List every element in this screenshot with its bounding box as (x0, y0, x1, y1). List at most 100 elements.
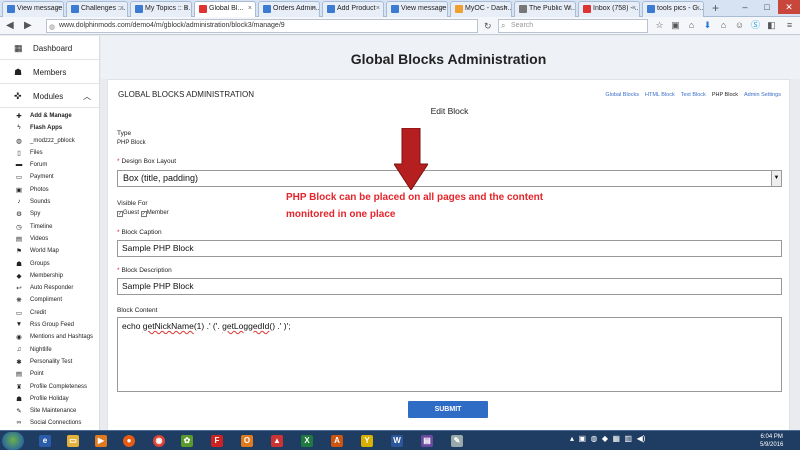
up-arrow-icon[interactable]: ▴ (570, 434, 574, 443)
close-tab-icon[interactable]: × (56, 5, 60, 12)
home-icon[interactable]: ⌂ (718, 20, 729, 31)
tray-app-icon[interactable]: ◆ (602, 434, 608, 443)
close-tab-icon[interactable]: × (440, 5, 444, 12)
archive-icon[interactable]: ▤ (416, 433, 438, 449)
sidebar-module-item[interactable]: ◍ _modzzz_pblock (0, 135, 99, 147)
close-tab-icon[interactable]: × (248, 5, 252, 12)
sidebar-module-item[interactable]: ▼ Rss Group Feed (0, 319, 99, 331)
chat-icon[interactable]: ☺ (734, 20, 745, 31)
sidebar-item-modules[interactable]: ✜ Modules ︿ (0, 84, 99, 108)
browser-tab[interactable]: View message × (386, 1, 448, 17)
sidebar-module-item[interactable]: ▬ Forum (0, 159, 99, 171)
folder-icon[interactable]: ▭ (62, 433, 84, 449)
sidebar-module-item[interactable]: ▭ Credit (0, 307, 99, 319)
outlook-icon[interactable]: O (236, 433, 258, 449)
close-tab-icon[interactable]: × (504, 5, 508, 12)
subnav-link[interactable]: Text Block (681, 92, 706, 98)
yellow-app-icon[interactable]: Y (356, 433, 378, 449)
browser-tab[interactable]: MyOC - Dash... × (450, 1, 512, 17)
close-tab-icon[interactable]: × (312, 5, 316, 12)
word-icon[interactable]: W (386, 433, 408, 449)
close-tab-icon[interactable]: × (184, 5, 188, 12)
frog-app-icon[interactable]: ✿ (176, 433, 198, 449)
chevron-down-icon[interactable]: ▼ (771, 171, 781, 186)
paint-icon[interactable]: ▲ (266, 433, 288, 449)
volume-icon[interactable]: ◀) (637, 434, 646, 443)
sidebar-module-item[interactable]: ♜ Profile Completeness (0, 381, 99, 393)
sidebar-module-item[interactable]: ◆ Membership (0, 270, 99, 282)
skype-icon[interactable]: Ⓢ (750, 20, 761, 31)
browser-tab[interactable]: Add Product × (322, 1, 384, 17)
sidebar-module-item[interactable]: ▤ Videos (0, 233, 99, 245)
sidebar-item-members[interactable]: ☗ Members (0, 60, 99, 84)
clipboard-icon[interactable]: ▣ (670, 20, 681, 31)
close-window-button[interactable]: ✕ (778, 0, 800, 14)
layout-select[interactable]: Box (title, padding) ▼ (117, 170, 782, 187)
subnav-link[interactable]: Admin Settings (744, 92, 781, 98)
media-player-icon[interactable]: ▶ (90, 433, 112, 449)
search-input[interactable]: ⌕ Search (498, 19, 648, 33)
subnav-link[interactable]: PHP Block (712, 92, 738, 98)
sidebar-module-item[interactable]: ↩ Auto Responder (0, 282, 99, 294)
sidebar-module-item[interactable]: ☗ Groups (0, 258, 99, 270)
back-arrow-icon[interactable]: ◀ (6, 19, 14, 33)
tray-app-icon[interactable]: ◍ (590, 434, 597, 443)
browser-tab[interactable]: The Public W... × (514, 1, 576, 17)
maximize-button[interactable]: □ (756, 0, 778, 14)
sidebar-module-item[interactable]: ◷ Timeline (0, 221, 99, 233)
browser-tab[interactable]: Challenges :... × (66, 1, 128, 17)
browser-tab[interactable]: My Topics :: B... × (130, 1, 192, 17)
pocket-icon[interactable]: ◧ (766, 20, 777, 31)
sidebar-item-dashboard[interactable]: ▦ Dashboard (0, 36, 99, 60)
subnav-link[interactable]: HTML Block (645, 92, 675, 98)
sidebar-module-item[interactable]: ❋ Compliment (0, 294, 99, 306)
download-icon[interactable]: ⬇ (702, 20, 713, 31)
reload-icon[interactable]: ↻ (484, 19, 492, 33)
new-tab-button[interactable]: + (712, 1, 719, 15)
chevron-up-icon[interactable]: ︿ (83, 91, 91, 102)
close-tab-icon[interactable]: × (376, 5, 380, 12)
explorer-icon[interactable]: e (34, 433, 56, 449)
network-icon[interactable]: ▥ (625, 434, 633, 443)
close-tab-icon[interactable]: × (696, 5, 700, 12)
submit-button[interactable]: SUBMIT (408, 401, 488, 418)
lock-icon[interactable]: ⌂ (686, 20, 697, 31)
tray-app-icon[interactable]: ▣ (578, 434, 586, 443)
sidebar-module-item[interactable]: ◉ Mentions and Hashtags (0, 331, 99, 343)
sidebar-module-item[interactable]: ✱ Personality Test (0, 356, 99, 368)
tool-icon[interactable]: ✎ (446, 433, 468, 449)
browser-tab[interactable]: Orders Admin... × (258, 1, 320, 17)
sidebar-module-item[interactable]: ▯ Files (0, 147, 99, 159)
close-tab-icon[interactable]: × (632, 5, 636, 12)
description-input[interactable]: Sample PHP Block (117, 278, 782, 295)
star-icon[interactable]: ☆ (654, 20, 665, 31)
close-tab-icon[interactable]: × (568, 5, 572, 12)
sidebar-module-item[interactable]: ∞ Social Connections (0, 417, 99, 429)
sidebar-module-item[interactable]: ▤ Point (0, 368, 99, 380)
excel-icon[interactable]: X (296, 433, 318, 449)
minimize-button[interactable]: – (734, 0, 756, 14)
sidebar-module-item[interactable]: ☗ Profile Holiday (0, 393, 99, 405)
firefox-icon[interactable]: ● (118, 433, 140, 449)
sidebar-module-item[interactable]: ϟ Flash Apps (0, 122, 99, 134)
sidebar-module-item[interactable]: ✚ Add & Manage (0, 110, 99, 122)
sidebar-module-item[interactable]: ⚙ Spy (0, 208, 99, 220)
sidebar-module-item[interactable]: ⚑ World Map (0, 245, 99, 257)
acrobat-icon[interactable]: A (326, 433, 348, 449)
browser-tab[interactable]: tools pics - G... × (642, 1, 704, 17)
menu-icon[interactable]: ≡ (784, 20, 795, 31)
sidebar-module-item[interactable]: ♫ Nightlife (0, 344, 99, 356)
tray-app-icon[interactable]: ▦ (613, 434, 621, 443)
forward-arrow-icon[interactable]: ▶ (24, 19, 32, 33)
sidebar-module-item[interactable]: ✎ Site Maintenance (0, 405, 99, 417)
subnav-link[interactable]: Global Blocks (605, 92, 639, 98)
content-textarea[interactable]: echo getNickName(1) .' ('. getLoggedId()… (117, 317, 782, 392)
sidebar-module-item[interactable]: ♪ Sounds (0, 196, 99, 208)
filezilla-icon[interactable]: F (206, 433, 228, 449)
browser-tab[interactable]: View message × (2, 1, 64, 17)
chrome-icon[interactable]: ◉ (148, 433, 170, 449)
close-tab-icon[interactable]: × (120, 5, 124, 12)
address-bar[interactable]: ◍ www.dolphinmods.com/demo4/m/gblock/adm… (46, 19, 478, 33)
sidebar-module-item[interactable]: ▭ Payment (0, 171, 99, 183)
clock[interactable]: 6:04 PM 5/9/2016 (760, 433, 783, 449)
